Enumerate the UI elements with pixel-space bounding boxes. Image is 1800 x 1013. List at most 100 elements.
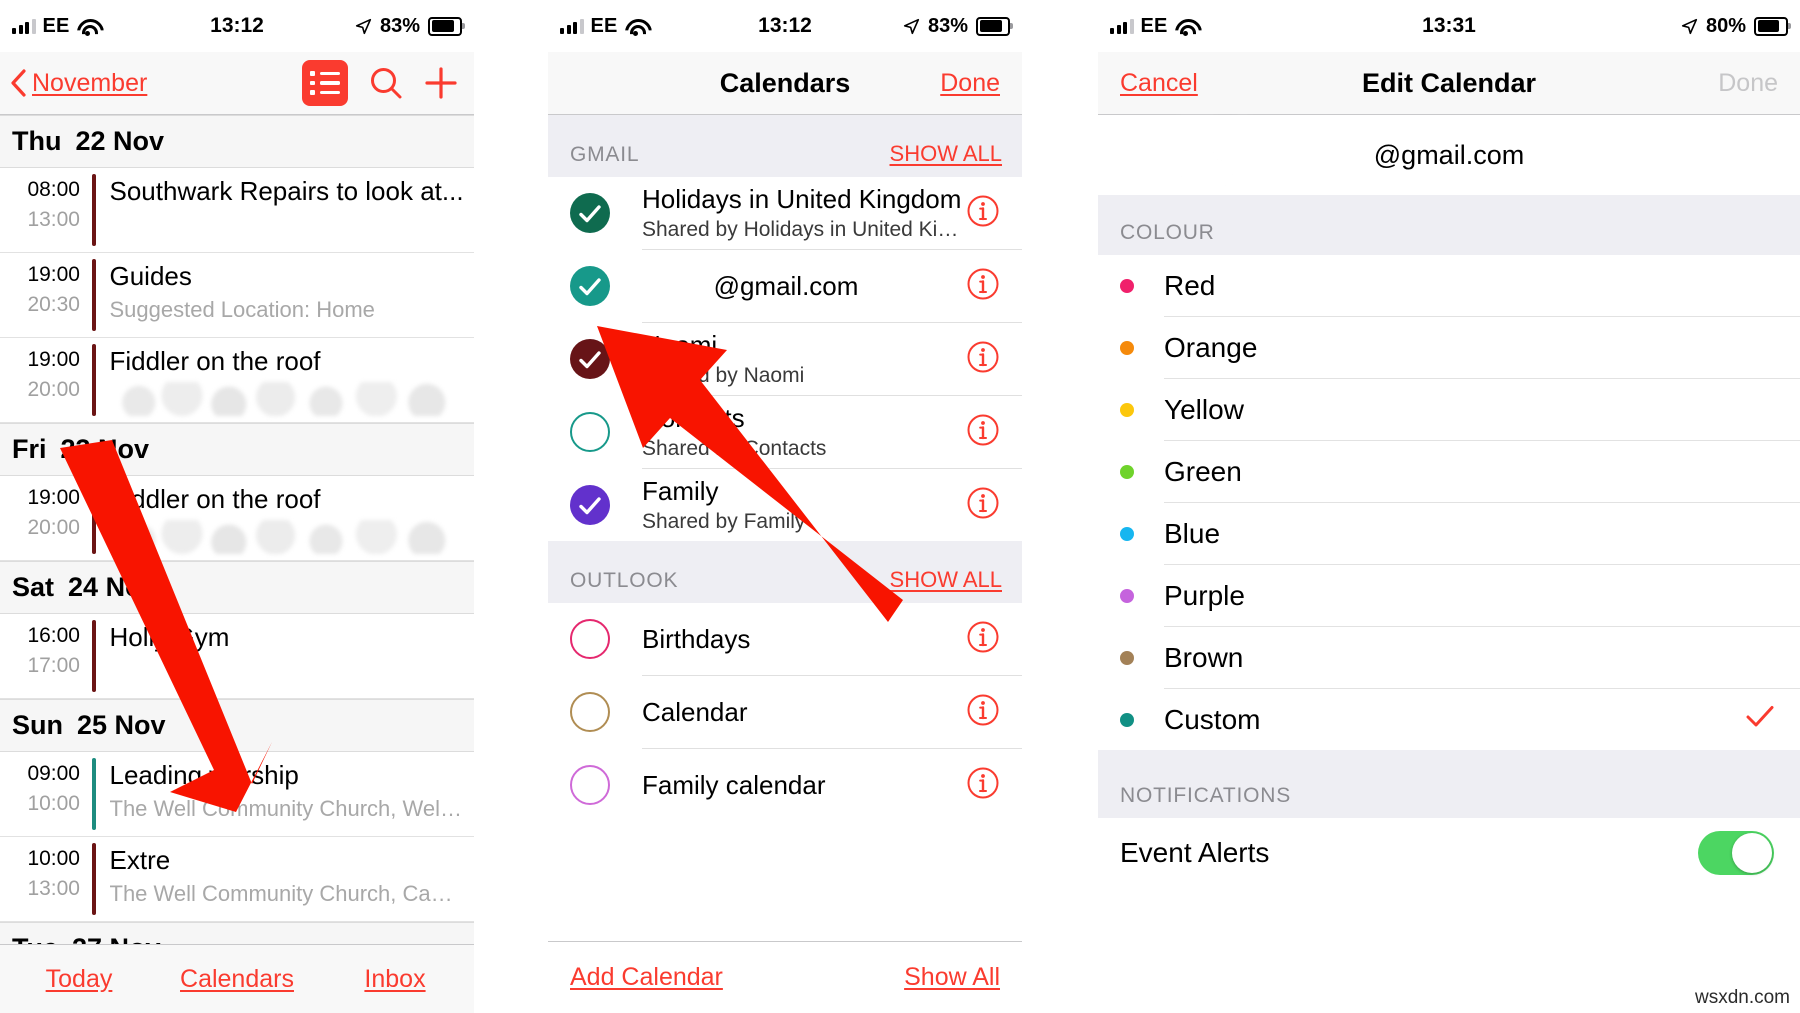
info-circle-icon[interactable]	[966, 766, 1000, 805]
calendar-text: Family Shared by Family	[610, 476, 966, 534]
status-left: EE	[548, 15, 646, 38]
add-calendar-button[interactable]: Add Calendar	[570, 963, 723, 992]
screenshot-stage: EE 13:12 83% November Thu 22 Nov 08:00 1…	[0, 0, 1800, 1013]
checkmark-circle-icon[interactable]	[570, 485, 610, 525]
event-list[interactable]: Thu 22 Nov 08:00 13:00 Southwark Repairs to …	[0, 115, 474, 975]
day-date: 22 Nov	[75, 126, 165, 156]
colour-option-row[interactable]: Yellow	[1098, 379, 1800, 440]
info-circle-icon[interactable]	[966, 267, 1000, 306]
empty-circle-icon[interactable]	[570, 765, 610, 805]
calendar-shared-by: Shared by Contacts	[642, 437, 827, 460]
event-blurred-detail	[109, 520, 470, 554]
location-arrow-icon	[355, 18, 372, 34]
calendar-name: Calendar	[642, 696, 748, 727]
colour-section-header: COLOUR	[1098, 195, 1800, 255]
colour-option-row[interactable]: Blue	[1098, 503, 1800, 564]
info-circle-icon[interactable]	[966, 486, 1000, 525]
calendar-row[interactable]: @gmail.com	[548, 250, 1022, 322]
calendar-row[interactable]: Birthdays	[548, 603, 1022, 675]
status-right: 80%	[1681, 15, 1800, 38]
checkmark-circle-icon[interactable]	[570, 339, 610, 379]
colour-option-row[interactable]: Purple	[1098, 565, 1800, 626]
add-icon[interactable]	[424, 66, 458, 100]
event-row[interactable]: 19:00 20:30 Guides Suggested Location: Home	[0, 253, 474, 338]
group-show-all-link[interactable]: SHOW ALL	[890, 567, 1022, 593]
day-section-header: Sun 25 Nov	[0, 699, 474, 752]
calendars-footer: Add Calendar Show All	[548, 941, 1022, 1013]
info-circle-icon[interactable]	[966, 693, 1000, 732]
event-body: Leading worship The Well Community Church…	[96, 752, 475, 836]
account-row[interactable]: @gmail.com	[1098, 115, 1800, 195]
info-circle-icon[interactable]	[966, 620, 1000, 659]
calendar-row[interactable]: Family calendar	[548, 749, 1022, 821]
carrier-label: EE	[590, 14, 618, 37]
tab-calendars[interactable]: Calendars	[158, 965, 316, 994]
tab-inbox[interactable]: Inbox	[316, 965, 474, 994]
empty-circle-icon[interactable]	[570, 619, 610, 659]
notifications-section-label: NOTIFICATIONS	[1120, 784, 1292, 807]
done-button[interactable]: Done	[940, 69, 1022, 98]
event-row[interactable]: 19:00 20:00 Fiddler on the roof	[0, 338, 474, 423]
search-icon[interactable]	[368, 65, 404, 101]
event-row[interactable]: 08:00 13:00 Southwark Repairs to look at..…	[0, 168, 474, 253]
colour-option-row[interactable]: Orange	[1098, 317, 1800, 378]
event-start-time: 19:00	[27, 486, 80, 509]
colour-option-row[interactable]: Custom	[1098, 689, 1800, 750]
calendar-text: Calendar	[610, 697, 966, 728]
event-alerts-toggle[interactable]	[1698, 831, 1774, 875]
event-end-time: 17:00	[27, 654, 80, 677]
cancel-button[interactable]: Cancel	[1098, 69, 1198, 98]
checkmark-circle-icon[interactable]	[570, 266, 610, 306]
list-view-icon[interactable]	[302, 60, 348, 106]
calendar-name: Birthdays	[642, 623, 751, 654]
event-row[interactable]: 09:00 10:00 Leading worship The Well Commun…	[0, 752, 474, 837]
calendar-row[interactable]: Family Shared by Family	[548, 469, 1022, 541]
status-bar-panel1: EE 13:12 83%	[0, 0, 474, 52]
wifi-icon	[1175, 18, 1196, 36]
calendar-row[interactable]: Holidays in United Kingdom Shared by Holi…	[548, 177, 1022, 249]
nav-bar-panel2: Calendars Done	[548, 52, 1022, 115]
colour-name: Yellow	[1164, 393, 1244, 425]
tab-today[interactable]: Today	[0, 965, 158, 994]
colour-option-row[interactable]: Red	[1098, 255, 1800, 316]
wifi-icon	[77, 18, 98, 36]
calendar-name: Family calendar	[642, 769, 826, 800]
colour-name: Brown	[1164, 641, 1244, 673]
calendar-text: Birthdays	[610, 624, 966, 655]
info-circle-icon[interactable]	[966, 413, 1000, 452]
show-all-button[interactable]: Show All	[904, 963, 1000, 992]
calendar-name: @gmail.com	[713, 270, 859, 301]
calendar-groups[interactable]: GMAIL SHOW ALL Holidays in United Kingdom S…	[548, 115, 1022, 821]
calendar-row[interactable]: Calendar	[548, 676, 1022, 748]
empty-circle-icon[interactable]	[570, 692, 610, 732]
colour-list[interactable]: Red Orange Yellow Green Blue Purple Brown Custo…	[1098, 255, 1800, 750]
event-row[interactable]: 10:00 13:00 Extre The Well Community Church…	[0, 837, 474, 922]
event-end-time: 13:00	[27, 208, 80, 231]
info-circle-icon[interactable]	[966, 194, 1000, 233]
calendar-name: Contacts	[642, 403, 745, 433]
back-button[interactable]: November	[0, 69, 147, 98]
group-show-all-link[interactable]: SHOW ALL	[890, 141, 1022, 167]
event-times: 19:00 20:00	[0, 476, 92, 560]
wifi-icon	[625, 18, 646, 36]
done-button[interactable]: Done	[1718, 69, 1800, 98]
event-title: Fiddler on the roof	[109, 484, 321, 514]
colour-option-row[interactable]: Green	[1098, 441, 1800, 502]
event-row[interactable]: 16:00 17:00 Holly Gym	[0, 614, 474, 699]
battery-icon	[1754, 16, 1791, 36]
event-title: Fiddler on the roof	[109, 346, 321, 376]
event-alerts-row[interactable]: Event Alerts	[1098, 818, 1800, 888]
info-circle-icon[interactable]	[966, 340, 1000, 379]
event-blurred-detail	[109, 382, 470, 416]
empty-circle-icon[interactable]	[570, 412, 610, 452]
colour-name: Green	[1164, 455, 1242, 487]
calendar-text: Holidays in United Kingdom Shared by Holi…	[610, 184, 966, 242]
checkmark-circle-icon[interactable]	[570, 193, 610, 233]
battery-percent: 80%	[1705, 14, 1746, 37]
calendar-row[interactable]: Naomi Shared by Naomi	[548, 323, 1022, 395]
event-start-time: 19:00	[27, 348, 80, 371]
calendar-row[interactable]: Contacts Shared by Contacts	[548, 396, 1022, 468]
colour-swatch-dot	[1120, 402, 1134, 417]
event-row[interactable]: 19:00 20:00 Fiddler on the roof	[0, 476, 474, 561]
colour-option-row[interactable]: Brown	[1098, 627, 1800, 688]
